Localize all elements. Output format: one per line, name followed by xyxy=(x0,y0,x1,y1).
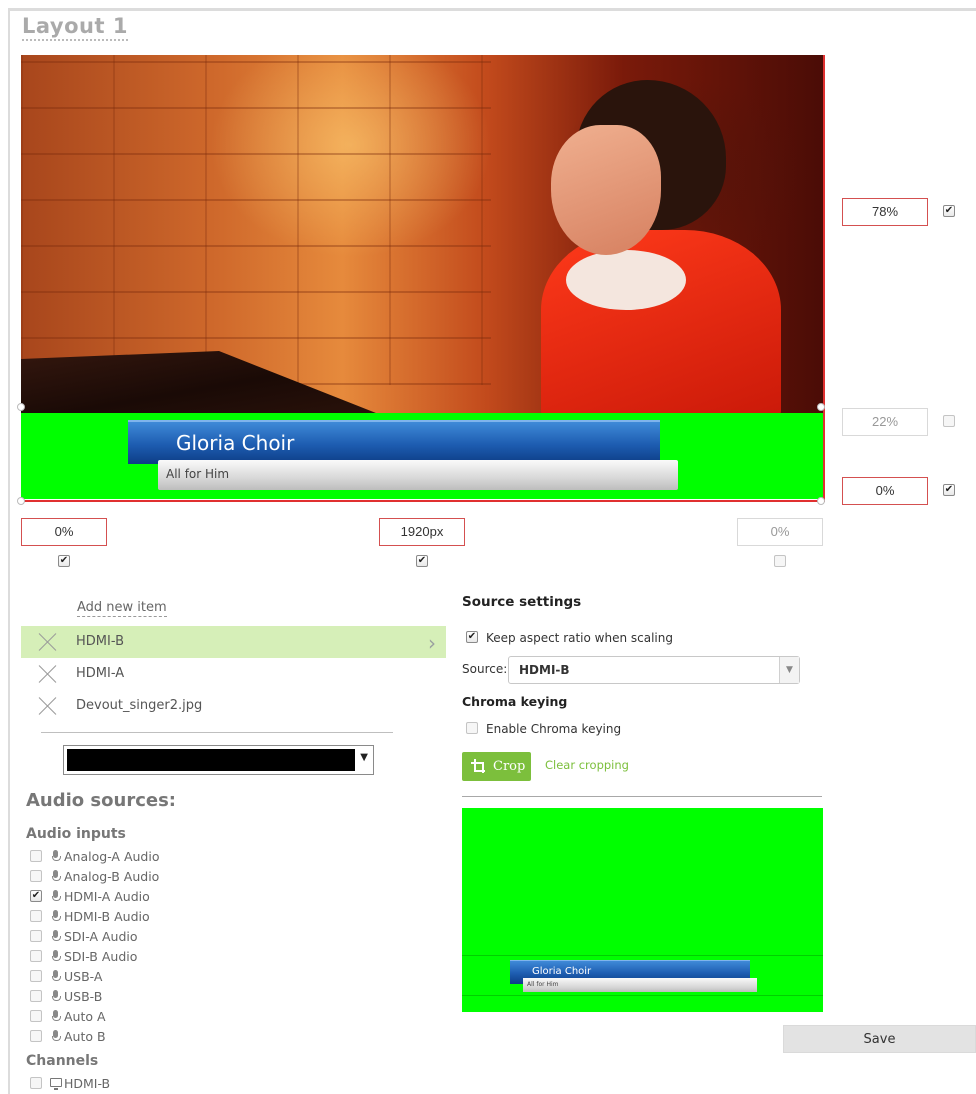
layout-title[interactable]: Layout 1 xyxy=(22,14,128,41)
microphone-icon xyxy=(51,1010,61,1024)
channel-checkbox[interactable] xyxy=(30,1077,42,1089)
audio-checkbox[interactable] xyxy=(30,950,42,962)
bottom-checkbox[interactable]: ✔ xyxy=(943,484,955,496)
resize-handle[interactable] xyxy=(17,403,25,411)
audio-checkbox[interactable] xyxy=(30,1010,42,1022)
audio-input-label: Auto B xyxy=(64,1029,106,1044)
add-new-item-link[interactable]: Add new item xyxy=(77,600,167,617)
keep-aspect-label: Keep aspect ratio when scaling xyxy=(486,631,673,645)
selection-box xyxy=(21,55,825,502)
audio-checkbox[interactable] xyxy=(30,1030,42,1042)
crop-button[interactable]: Crop xyxy=(462,752,531,781)
keep-aspect-checkbox[interactable]: ✔ xyxy=(466,631,478,643)
microphone-icon xyxy=(51,950,61,964)
item-label: Devout_singer2.jpg xyxy=(76,698,203,713)
audio-checkbox[interactable]: ✔ xyxy=(30,890,42,902)
microphone-icon xyxy=(51,890,61,904)
top-field[interactable]: 78% xyxy=(842,198,928,226)
audio-input-label: SDI-A Audio xyxy=(64,929,138,944)
channel-label: HDMI-B xyxy=(64,1076,111,1091)
resize-handle[interactable] xyxy=(817,497,825,505)
audio-checkbox[interactable] xyxy=(30,930,42,942)
audio-input-label: HDMI-B Audio xyxy=(64,909,150,924)
source-value: HDMI-B xyxy=(519,663,570,677)
height-field[interactable]: 22% xyxy=(842,408,928,436)
audio-input-label: USB-B xyxy=(64,989,103,1004)
remove-icon[interactable] xyxy=(38,664,58,684)
microphone-icon xyxy=(51,970,61,984)
height-checkbox[interactable] xyxy=(943,415,955,427)
microphone-icon xyxy=(51,850,61,864)
remove-icon[interactable] xyxy=(38,632,58,652)
left-checkbox[interactable]: ✔ xyxy=(58,555,70,567)
audio-checkbox[interactable] xyxy=(30,970,42,982)
color-swatch xyxy=(67,749,355,771)
list-item[interactable]: HDMI-A xyxy=(21,658,446,690)
source-label: Source: xyxy=(462,662,508,676)
settings-divider xyxy=(462,796,822,797)
microphone-icon xyxy=(51,990,61,1004)
microphone-icon xyxy=(51,870,61,884)
monitor-icon xyxy=(50,1078,62,1090)
audio-checkbox[interactable] xyxy=(30,850,42,862)
thumb-subtitle: All for Him xyxy=(527,981,559,988)
left-divider xyxy=(8,8,10,1094)
crop-button-label: Crop xyxy=(493,759,526,774)
chroma-enable-checkbox[interactable] xyxy=(466,722,478,734)
audio-checkbox[interactable] xyxy=(30,990,42,1002)
list-divider xyxy=(41,732,393,733)
background-color-dropdown[interactable]: ▼ xyxy=(63,745,374,775)
list-item[interactable]: HDMI-B › xyxy=(21,626,446,658)
channels-heading: Channels xyxy=(26,1053,99,1069)
audio-input-label: Analog-A Audio xyxy=(64,849,160,864)
list-item[interactable]: Devout_singer2.jpg xyxy=(21,690,446,722)
audio-input-label: Auto A xyxy=(64,1009,106,1024)
clear-cropping-link[interactable]: Clear cropping xyxy=(545,758,629,772)
chroma-enable-label: Enable Chroma keying xyxy=(486,722,622,736)
bottom-field[interactable]: 0% xyxy=(842,477,928,505)
resize-handle[interactable] xyxy=(17,497,25,505)
top-divider xyxy=(10,8,976,11)
item-label: HDMI-B xyxy=(76,634,124,649)
chevron-down-icon[interactable]: ▼ xyxy=(779,657,799,683)
microphone-icon xyxy=(51,910,61,924)
dropdown-arrow-icon: ▼ xyxy=(360,752,368,763)
audio-input-label: SDI-B Audio xyxy=(64,949,138,964)
right-field[interactable]: 0% xyxy=(737,518,823,546)
audio-checkbox[interactable] xyxy=(30,870,42,882)
save-button[interactable]: Save xyxy=(783,1025,976,1053)
width-checkbox[interactable]: ✔ xyxy=(416,555,428,567)
chevron-right-icon: › xyxy=(428,631,436,655)
audio-input-label: USB-A xyxy=(64,969,103,984)
source-select[interactable]: HDMI-B ▼ xyxy=(508,656,800,684)
microphone-icon xyxy=(51,1030,61,1044)
top-checkbox[interactable]: ✔ xyxy=(943,205,955,217)
audio-input-label: Analog-B Audio xyxy=(64,869,160,884)
chroma-keying-heading: Chroma keying xyxy=(462,694,568,709)
source-settings-heading: Source settings xyxy=(462,594,582,610)
source-thumbnail: Gloria Choir All for Him xyxy=(462,808,823,1012)
audio-inputs-heading: Audio inputs xyxy=(26,826,126,842)
audio-checkbox[interactable] xyxy=(30,910,42,922)
left-field[interactable]: 0% xyxy=(21,518,107,546)
audio-sources-heading: Audio sources: xyxy=(26,790,176,811)
crop-icon xyxy=(471,759,485,773)
remove-icon[interactable] xyxy=(38,696,58,716)
audio-input-label: HDMI-A Audio xyxy=(64,889,150,904)
microphone-icon xyxy=(51,930,61,944)
resize-handle[interactable] xyxy=(817,403,825,411)
right-checkbox[interactable] xyxy=(774,555,786,567)
thumb-lower-third-subbar: All for Him xyxy=(523,978,757,992)
item-label: HDMI-A xyxy=(76,666,125,681)
thumb-title: Gloria Choir xyxy=(532,966,592,977)
width-field[interactable]: 1920px xyxy=(379,518,465,546)
